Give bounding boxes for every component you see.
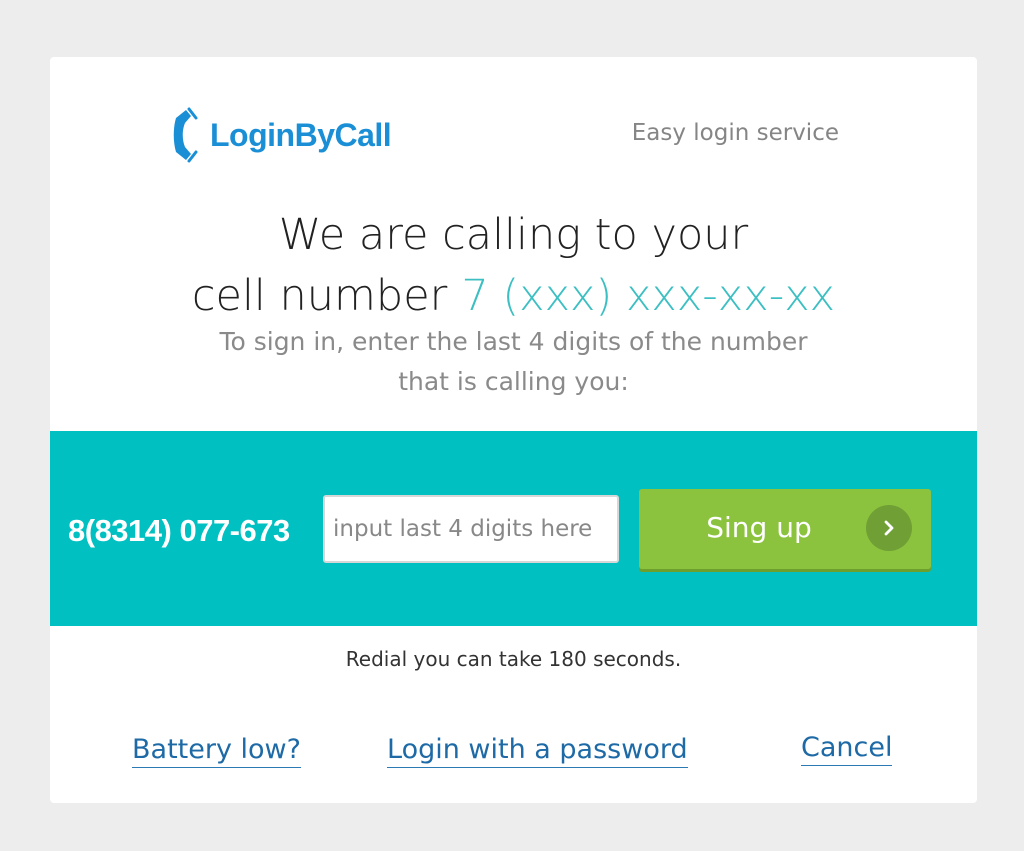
digits-input[interactable] xyxy=(323,495,619,563)
login-with-password-link[interactable]: Login with a password xyxy=(387,733,688,768)
verification-band: 8(8314) 077-673 Sing up xyxy=(50,431,977,626)
masked-phone-number: 7 (xxx) xxx-xx-xx xyxy=(461,271,836,321)
tagline: Easy login service xyxy=(631,120,839,146)
page-title-line1: We are calling to your xyxy=(278,210,749,260)
redial-notice: Redial you can take 180 seconds. xyxy=(345,647,682,671)
login-card: LoginByCall Easy login service We are ca… xyxy=(50,57,977,803)
signup-button[interactable]: Sing up xyxy=(639,489,931,569)
logo-text: LoginByCall xyxy=(210,116,392,153)
chevron-right-icon xyxy=(866,505,912,551)
logo: LoginByCall xyxy=(172,105,392,165)
cancel-link[interactable]: Cancel xyxy=(801,731,893,766)
instruction-line2: that is calling you: xyxy=(398,367,629,396)
page-title: We are calling to your cell number 7 (xxx… xyxy=(50,205,977,327)
page-title-line2: cell number 7 (xxx) xxx-xx-xx xyxy=(50,266,977,327)
phone-handset-icon xyxy=(173,107,198,163)
instruction-text: To sign in, enter the last 4 digits of t… xyxy=(50,322,977,402)
battery-low-link[interactable]: Battery low? xyxy=(132,733,301,768)
instruction-line1: To sign in, enter the last 4 digits of t… xyxy=(219,327,808,356)
caller-number: 8(8314) 077-673 xyxy=(68,513,290,548)
page-title-line2-text: cell number xyxy=(191,271,448,321)
signup-button-label: Sing up xyxy=(706,511,812,544)
